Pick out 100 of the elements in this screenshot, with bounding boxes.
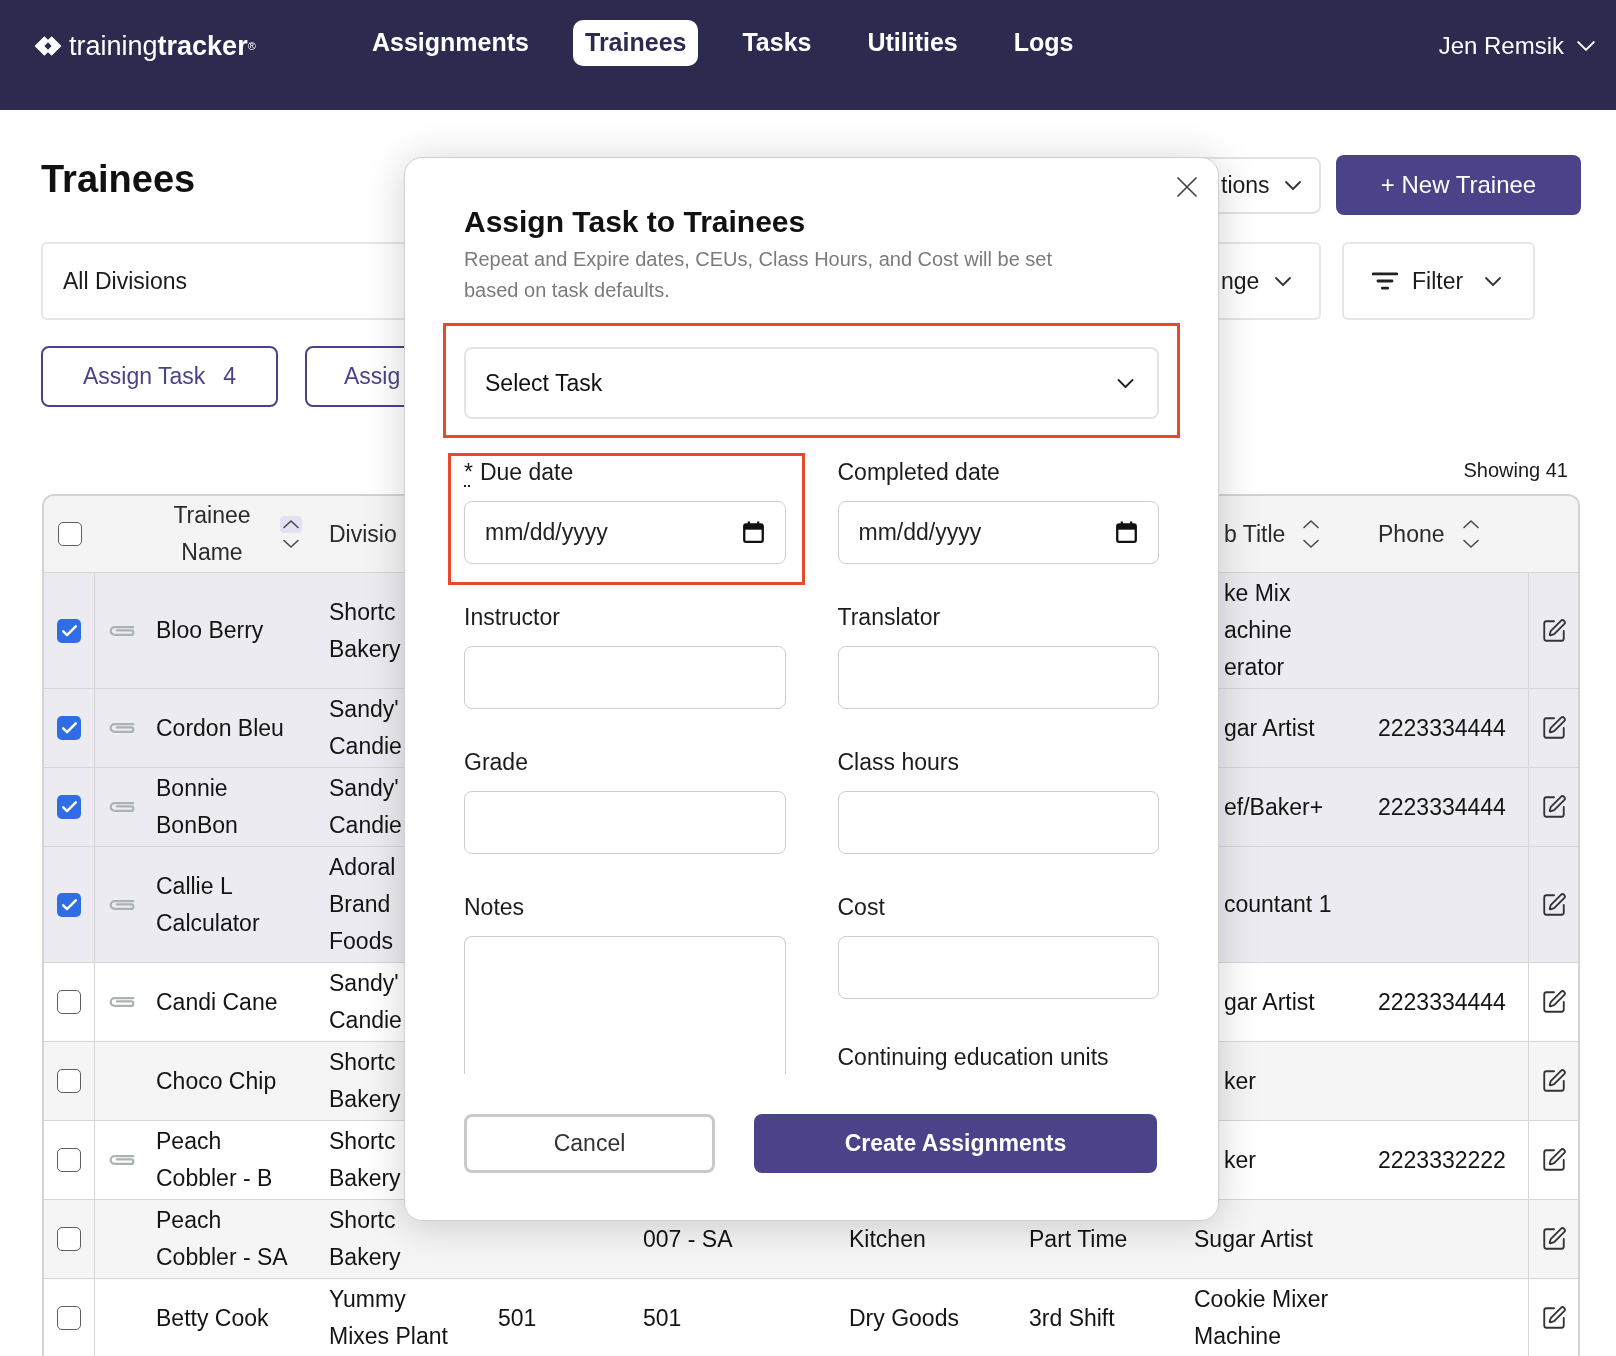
- calendar-icon[interactable]: [1116, 521, 1137, 543]
- paperclip-icon[interactable]: [109, 801, 135, 813]
- division-cell-text: Shortc Bakery: [329, 1206, 401, 1272]
- paperclip-icon[interactable]: [109, 1154, 135, 1166]
- edit-icon[interactable]: [1540, 1226, 1567, 1252]
- trainee-name: Callie L Calculator: [156, 871, 261, 938]
- division-cell-text: Sandy' Candie: [329, 774, 402, 840]
- filter-icon: [1372, 272, 1398, 290]
- text-field[interactable]: [464, 791, 786, 854]
- select-all-checkbox[interactable]: [57, 522, 82, 546]
- notes-field[interactable]: [464, 936, 786, 1074]
- chevron-down-icon: [1275, 276, 1292, 286]
- dialog-subtitle: Repeat and Expire dates, CEUs, Class Hours, and Cost will be set based on task defaults.: [464, 247, 1054, 303]
- title-cell-text: ker: [1224, 1145, 1256, 1175]
- edit-icon[interactable]: [1540, 989, 1567, 1015]
- field-label: Cost: [837, 895, 885, 919]
- trainee-name: Cordon Bleu: [156, 713, 284, 743]
- user-menu[interactable]: Jen Remsik: [1438, 23, 1595, 69]
- phone-cell-text: 2223334444: [1378, 792, 1506, 822]
- field-label: Class hours: [837, 750, 959, 774]
- filter-button[interactable]: Filter: [1342, 242, 1535, 320]
- nav-tab[interactable]: Trainees: [573, 20, 699, 66]
- checkmark-icon: [61, 722, 77, 734]
- task-select[interactable]: Select Task: [464, 347, 1159, 419]
- trainee-name: Bonnie BonBon: [156, 774, 239, 840]
- column-header: Divisio: [329, 519, 397, 549]
- date-field[interactable]: mm/dd/yyyy: [837, 501, 1159, 564]
- text-field[interactable]: [837, 791, 1159, 854]
- field-label: Notes: [464, 895, 525, 919]
- row-checkbox[interactable]: [57, 1148, 81, 1172]
- trainee-name: Candi Cane: [156, 987, 278, 1017]
- title-cell-text: ke Mix achine erator: [1224, 579, 1292, 682]
- create-button[interactable]: Create Assignments: [754, 1114, 1157, 1173]
- table-cell-text: Part Time: [1029, 1224, 1128, 1254]
- title-cell-text: ef/Baker+: [1224, 792, 1324, 822]
- division-cell-text: Shortc Bakery: [329, 1127, 401, 1193]
- calendar-icon[interactable]: [742, 521, 764, 543]
- cancel-button[interactable]: Cancel: [464, 1114, 715, 1173]
- edit-icon[interactable]: [1540, 1305, 1567, 1331]
- nav-tab[interactable]: Utilities: [855, 20, 970, 66]
- trainee-name: Betty Cook: [156, 1303, 269, 1333]
- row-checkbox[interactable]: [57, 716, 81, 740]
- dialog-title: Assign Task to Trainees: [464, 204, 807, 240]
- division-cell-text: Yummy Mixes Plant: [329, 1285, 448, 1351]
- column-header: b Title: [1224, 519, 1286, 549]
- row-checkbox[interactable]: [57, 795, 81, 819]
- results-count: Showing 41: [1463, 458, 1568, 482]
- nav-tab[interactable]: Assignments: [360, 20, 541, 66]
- title-cell-text: countant 1: [1224, 890, 1332, 919]
- table-cell-text: 501: [498, 1303, 537, 1333]
- chevron-down-icon: [1485, 276, 1502, 286]
- edit-icon[interactable]: [1540, 1068, 1567, 1094]
- field-label: Continuing education units: [837, 1045, 1109, 1069]
- field-label: Grade: [464, 750, 528, 774]
- row-checkbox[interactable]: [57, 1227, 81, 1251]
- column-header: Phone: [1378, 519, 1445, 549]
- paperclip-icon[interactable]: [109, 996, 135, 1008]
- field-label: Instructor: [464, 605, 560, 629]
- edit-icon[interactable]: [1540, 715, 1567, 741]
- date-field[interactable]: mm/dd/yyyy: [464, 501, 786, 564]
- text-field[interactable]: [837, 646, 1159, 709]
- table-cell-text: Dry Goods: [849, 1303, 959, 1333]
- division-cell-text: Adoral Brand Foods: [329, 853, 396, 956]
- division-cell-text: Sandy' Candie: [329, 695, 402, 761]
- table-cell-text: 501: [643, 1303, 682, 1333]
- title-cell-text: ker: [1224, 1066, 1256, 1096]
- row-checkbox[interactable]: [57, 1069, 81, 1093]
- edit-icon[interactable]: [1540, 1147, 1567, 1173]
- trainee-name: Peach Cobbler - SA: [156, 1206, 289, 1272]
- chevron-down-icon: [1577, 41, 1595, 51]
- text-field[interactable]: [837, 936, 1159, 999]
- close-icon[interactable]: [1177, 177, 1197, 197]
- edit-icon[interactable]: [1540, 617, 1567, 644]
- row-checkbox[interactable]: [57, 1306, 81, 1330]
- text-field[interactable]: [464, 646, 786, 709]
- division-cell-text: Shortc Bakery: [329, 1048, 401, 1114]
- paperclip-icon[interactable]: [109, 624, 135, 637]
- nav-tab[interactable]: Logs: [1001, 20, 1086, 66]
- checkmark-icon: [61, 801, 77, 813]
- trainee-name: Peach Cobbler - B: [156, 1127, 274, 1193]
- table-cell-text: Kitchen: [849, 1224, 926, 1254]
- edit-icon[interactable]: [1540, 891, 1567, 918]
- checkmark-icon: [61, 898, 77, 911]
- division-cell-text: Shortc Bakery: [329, 597, 401, 664]
- field-label: Translator: [837, 605, 941, 629]
- chevron-down-icon: [1117, 378, 1134, 388]
- nav-tab[interactable]: Tasks: [730, 20, 824, 66]
- logo-text: trainingtracker$^{®}$: [69, 30, 256, 62]
- paperclip-icon[interactable]: [109, 898, 135, 911]
- chevron-down-icon: [1284, 180, 1301, 190]
- paperclip-icon[interactable]: [109, 722, 135, 734]
- row-checkbox[interactable]: [57, 618, 81, 643]
- logo-icon: [33, 35, 63, 57]
- row-checkbox[interactable]: [57, 892, 81, 917]
- edit-icon[interactable]: [1540, 794, 1567, 820]
- new-trainee-button[interactable]: + New Trainee: [1336, 155, 1581, 215]
- row-checkbox[interactable]: [57, 990, 81, 1014]
- phone-cell-text: 2223334444: [1378, 713, 1506, 743]
- trainee-name: Choco Chip: [156, 1066, 277, 1096]
- assign-task-button[interactable]: Assign Task 4: [41, 346, 278, 407]
